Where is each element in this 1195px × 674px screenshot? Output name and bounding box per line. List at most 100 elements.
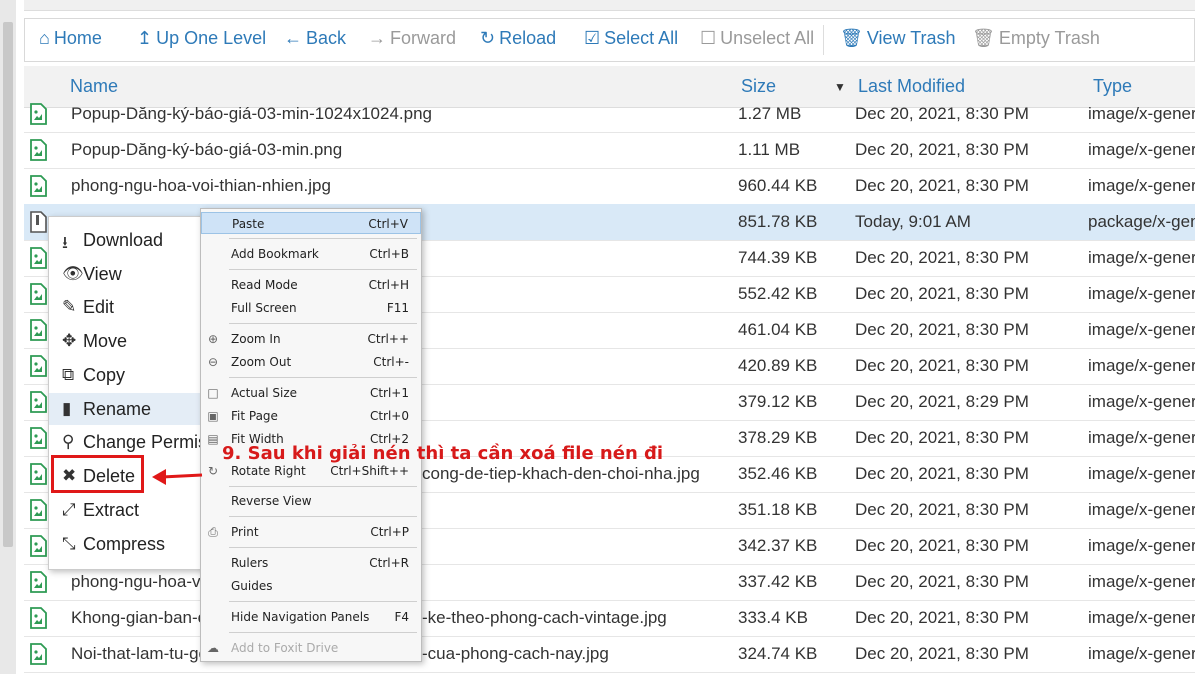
window-scrollbar[interactable] — [0, 0, 16, 674]
copy-icon: ⧉ — [62, 365, 75, 384]
menu-hide-navigation-panels[interactable]: Hide Navigation Panels F4 — [201, 606, 421, 628]
image-file-icon — [30, 319, 47, 341]
file-modified: Dec 20, 2021, 8:30 PM — [855, 428, 1029, 447]
file-modified: Dec 20, 2021, 8:30 PM — [855, 644, 1029, 663]
file-type: image/x-generi — [1088, 104, 1195, 123]
image-file-icon — [30, 247, 47, 269]
scrollbar-thumb[interactable] — [3, 22, 13, 547]
archive-file-icon — [30, 211, 47, 233]
image-file-icon — [30, 643, 47, 665]
menu-add-to-foxit-drive[interactable]: ☁ Add to Foxit Drive — [201, 637, 421, 659]
file-name-tail[interactable]: cong-de-tiep-khach-den-choi-nha.jpg — [422, 464, 700, 484]
forward-button[interactable]: → Forward — [368, 28, 456, 49]
rotate-right-icon: ↻ — [207, 464, 219, 478]
menu-fit-page[interactable]: ▣ Fit Page Ctrl+0 — [201, 405, 421, 427]
file-modified: Dec 20, 2021, 8:30 PM — [855, 140, 1029, 159]
view-trash-button[interactable]: 🗑 View Trash — [840, 28, 956, 49]
menu-change-permissions[interactable]: ⚲ Change Permis — [49, 426, 207, 458]
fit-page-icon: ▣ — [207, 409, 219, 423]
image-file-icon — [30, 103, 47, 125]
key-icon: ⚲ — [62, 432, 75, 451]
menu-full-screen[interactable]: Full Screen F11 — [201, 297, 421, 319]
file-type: image/x-generi — [1088, 500, 1195, 519]
file-size: 1.27 MB — [738, 104, 802, 123]
unselect-all-button[interactable]: ☐ Unselect All — [700, 28, 814, 49]
file-modified: Dec 20, 2021, 8:30 PM — [855, 500, 1029, 519]
file-name-tail[interactable]: -ke-theo-phong-cach-vintage.jpg — [422, 608, 667, 628]
pencil-icon: ✎ — [62, 297, 77, 316]
file-type: image/x-generi — [1088, 536, 1195, 555]
image-file-icon — [30, 571, 47, 593]
file-size: 352.46 KB — [738, 464, 818, 483]
file-size: 342.37 KB — [738, 536, 818, 555]
size-column-header[interactable]: Size — [741, 76, 776, 97]
menu-extract[interactable]: ⤢ Extract — [49, 494, 204, 526]
menu-actual-size[interactable]: □ Actual Size Ctrl+1 — [201, 382, 421, 404]
menu-read-mode[interactable]: Read Mode Ctrl+H — [201, 274, 421, 296]
trash-icon: 🗑 — [972, 28, 995, 48]
type-column-header[interactable]: Type — [1093, 76, 1132, 97]
menu-paste[interactable]: Paste Ctrl+V — [201, 212, 421, 234]
menu-copy[interactable]: ⧉ Copy — [49, 359, 204, 391]
eye-icon: 👁 — [62, 264, 84, 283]
file-type: image/x-generi — [1088, 284, 1195, 303]
table-row[interactable]: phong-ngu-hoa-voi-thian-nhien.jpg 960.44 … — [24, 168, 1195, 205]
menu-rename[interactable]: ▮ Rename — [49, 393, 204, 425]
image-file-icon — [30, 391, 47, 413]
menu-separator — [229, 486, 417, 487]
actual-size-icon: □ — [207, 386, 219, 400]
empty-box-icon: ☐ — [700, 28, 717, 48]
arrow-left-icon: ← — [284, 28, 302, 48]
file-name[interactable]: Popup-Dăng-ký-báo-giá-03-min-1024x1024.p… — [71, 104, 432, 124]
file-name[interactable]: phong-ngu-hoa-vo — [71, 572, 210, 592]
file-size: 378.29 KB — [738, 428, 818, 447]
file-toolbar: ⌂ Home ↥ Up One Level ← Back → Forward ↻ Relo… — [24, 18, 1195, 62]
file-name[interactable]: Khong-gian-ban-c — [71, 608, 206, 628]
file-modified: Dec 20, 2021, 8:30 PM — [855, 356, 1029, 375]
menu-rulers[interactable]: Rulers Ctrl+R — [201, 552, 421, 574]
last-modified-column-header[interactable]: Last Modified — [858, 76, 965, 97]
menu-view[interactable]: 👁 View — [49, 258, 204, 290]
image-file-icon — [30, 175, 47, 197]
menu-move[interactable]: ✥ Move — [49, 325, 204, 357]
file-size: 552.42 KB — [738, 284, 818, 303]
checked-box-icon: ☑ — [584, 28, 601, 48]
menu-download[interactable]: ⭳ Download — [49, 224, 204, 256]
menu-compress[interactable]: ⤡ Compress — [49, 528, 204, 560]
file-modified: Dec 20, 2021, 8:30 PM — [855, 176, 1029, 195]
menu-reverse-view[interactable]: Reverse View — [201, 490, 421, 512]
file-size: 333.4 KB — [738, 608, 808, 627]
table-row[interactable]: Popup-Dăng-ký-báo-giá-03-min-1024x1024.p… — [24, 96, 1195, 133]
download-icon: ⭳ — [62, 233, 68, 252]
file-modified: Dec 20, 2021, 8:30 PM — [855, 284, 1029, 303]
menu-print[interactable]: ⎙ Print Ctrl+P — [201, 521, 421, 543]
file-name[interactable]: Popup-Dăng-ký-báo-giá-03-min.png — [71, 140, 342, 160]
image-file-icon — [30, 607, 47, 629]
home-button[interactable]: ⌂ Home — [39, 28, 102, 49]
sort-desc-icon[interactable]: ▼ — [834, 80, 846, 94]
home-icon: ⌂ — [39, 28, 50, 48]
menu-guides[interactable]: Guides — [201, 575, 421, 597]
menu-add-bookmark[interactable]: Add Bookmark Ctrl+B — [201, 243, 421, 265]
up-one-level-button[interactable]: ↥ Up One Level — [137, 28, 266, 49]
name-column-header[interactable]: Name — [70, 76, 118, 97]
image-file-icon — [30, 355, 47, 377]
select-all-button[interactable]: ☑ Select All — [584, 28, 678, 49]
back-button[interactable]: ← Back — [284, 28, 346, 49]
file-size: 1.11 MB — [738, 140, 801, 159]
file-type: image/x-generi — [1088, 644, 1195, 663]
compress-icon: ⤡ — [62, 534, 76, 553]
table-row[interactable]: Popup-Dăng-ký-báo-giá-03-min.png 1.11 MB D… — [24, 132, 1195, 169]
menu-edit[interactable]: ✎ Edit — [49, 291, 204, 323]
zoom-out-icon: ⊖ — [207, 355, 219, 369]
file-name[interactable]: phong-ngu-hoa-voi-thian-nhien.jpg — [71, 176, 331, 196]
menu-zoom-in[interactable]: ⊕ Zoom In Ctrl++ — [201, 328, 421, 350]
file-name[interactable]: Noi-that-lam-tu-go — [71, 644, 208, 664]
empty-trash-button[interactable]: 🗑 Empty Trash — [972, 28, 1100, 49]
file-name-tail[interactable]: -cua-phong-cach-nay.jpg — [422, 644, 609, 664]
menu-zoom-out[interactable]: ⊖ Zoom Out Ctrl+- — [201, 351, 421, 373]
file-size: 851.78 KB — [738, 212, 818, 231]
reload-button[interactable]: ↻ Reload — [480, 28, 556, 49]
file-type: image/x-generi — [1088, 572, 1195, 591]
file-type: image/x-generi — [1088, 320, 1195, 339]
